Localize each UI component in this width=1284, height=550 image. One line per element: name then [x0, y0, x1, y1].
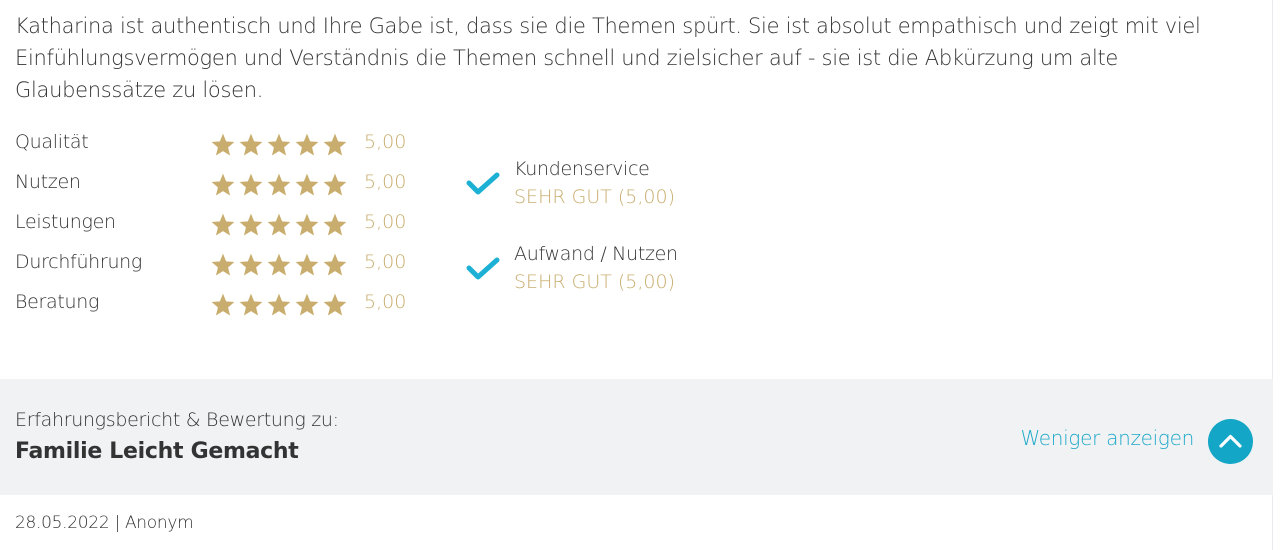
star-icon: [267, 133, 291, 156]
star-icon: [211, 213, 235, 236]
rating-row: Leistungen 5,00: [15, 206, 415, 246]
rating-list: Qualität 5,00 Nutzen 5,00 Leistungen 5,0…: [15, 126, 415, 326]
checkmark-icon: [466, 172, 500, 195]
star-icon: [295, 213, 319, 236]
star-icon: [323, 213, 347, 236]
chevron-up-icon: [1219, 434, 1242, 448]
rating-label: Beratung: [15, 291, 100, 313]
star-rating: [210, 212, 348, 238]
star-icon: [267, 173, 291, 196]
rating-label: Nutzen: [15, 171, 81, 193]
star-icon: [211, 253, 235, 276]
star-icon: [239, 173, 263, 196]
review-footer: Erfahrungsbericht & Bewertung zu: Famili…: [0, 379, 1273, 495]
show-less-link[interactable]: Weniger anzeigen: [1020, 425, 1194, 451]
rating-row: Nutzen 5,00: [15, 166, 415, 206]
star-icon: [211, 293, 235, 316]
summary-title: Kundenservice: [514, 158, 650, 180]
footer-label: Erfahrungsbericht & Bewertung zu:: [15, 409, 339, 431]
rating-value: 5,00: [364, 131, 407, 153]
star-icon: [239, 133, 263, 156]
star-icon: [295, 173, 319, 196]
rating-row: Beratung 5,00: [15, 286, 415, 326]
rating-label: Leistungen: [15, 211, 116, 233]
star-icon: [295, 293, 319, 316]
summary-title: Aufwand / Nutzen: [514, 243, 678, 265]
star-icon: [211, 173, 235, 196]
star-rating: [210, 252, 348, 278]
star-icon: [239, 213, 263, 236]
star-icon: [239, 253, 263, 276]
rating-value: 5,00: [364, 291, 407, 313]
star-icon: [239, 293, 263, 316]
rating-row: Qualität 5,00: [15, 126, 415, 166]
collapse-button[interactable]: [1208, 419, 1253, 464]
star-icon: [267, 293, 291, 316]
checkmark-icon: [466, 257, 500, 280]
star-icon: [323, 253, 347, 276]
star-icon: [323, 293, 347, 316]
star-icon: [295, 253, 319, 276]
star-rating: [210, 292, 348, 318]
star-icon: [267, 213, 291, 236]
company-name: Familie Leicht Gemacht: [15, 439, 299, 464]
rating-value: 5,00: [364, 211, 407, 233]
summary-grade: SEHR GUT (5,00): [514, 186, 675, 208]
star-icon: [267, 253, 291, 276]
rating-value: 5,00: [364, 251, 407, 273]
star-icon: [323, 133, 347, 156]
review-text: Katharina ist authentisch und Ihre Gabe …: [15, 14, 1201, 102]
summary-item-kundenservice: Kundenservice SEHR GUT (5,00): [466, 156, 766, 241]
review-meta: 28.05.2022 | Anonym: [15, 513, 194, 533]
rating-row: Durchführung 5,00: [15, 246, 415, 286]
summary-item-aufwand-nutzen: Aufwand / Nutzen SEHR GUT (5,00): [466, 241, 766, 326]
summary-list: Kundenservice SEHR GUT (5,00) Aufwand / …: [466, 156, 766, 326]
star-icon: [295, 133, 319, 156]
star-rating: [210, 132, 348, 158]
summary-grade: SEHR GUT (5,00): [514, 271, 675, 293]
rating-label: Qualität: [15, 131, 89, 153]
star-icon: [211, 133, 235, 156]
star-icon: [323, 173, 347, 196]
rating-label: Durchführung: [15, 251, 143, 273]
rating-value: 5,00: [364, 171, 407, 193]
star-rating: [210, 172, 348, 198]
